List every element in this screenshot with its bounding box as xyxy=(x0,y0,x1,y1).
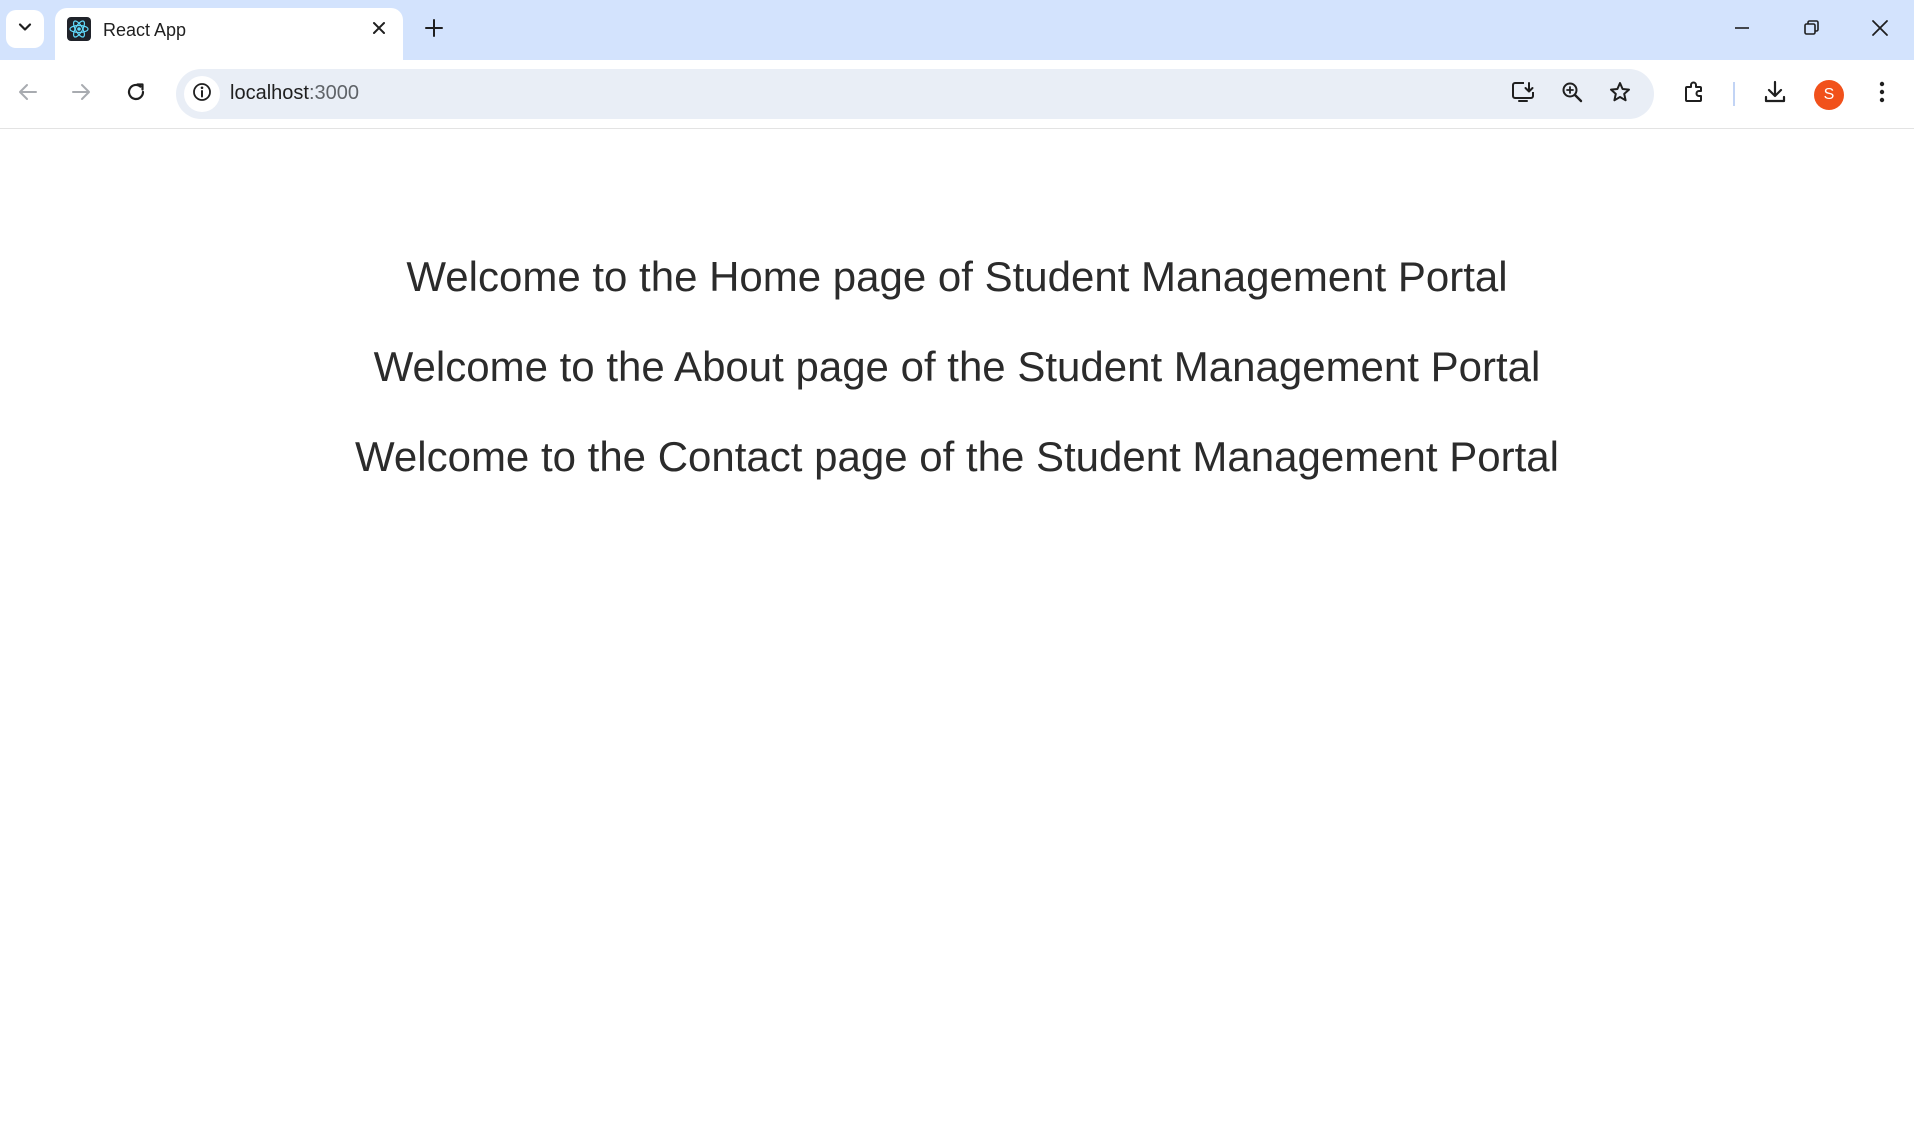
react-icon xyxy=(67,17,91,41)
install-app-button[interactable] xyxy=(1507,78,1539,110)
tab-react-app[interactable]: React App xyxy=(55,8,403,60)
about-heading: Welcome to the About page of the Student… xyxy=(373,343,1541,390)
download-icon xyxy=(1762,79,1788,110)
address-bar[interactable]: localhost:3000 xyxy=(176,69,1654,119)
forward-icon xyxy=(70,81,92,108)
url-host: localhost xyxy=(230,82,309,104)
url-text[interactable]: localhost:3000 xyxy=(230,82,359,105)
tab-strip: React App xyxy=(0,0,1914,60)
contact-heading: Welcome to the Contact page of the Stude… xyxy=(355,433,1559,480)
home-heading: Welcome to the Home page of Student Mana… xyxy=(406,253,1508,300)
info-icon xyxy=(191,81,213,108)
new-tab-button[interactable] xyxy=(418,14,450,46)
forward-button[interactable] xyxy=(61,74,101,114)
page-content: Welcome to the Home page of Student Mana… xyxy=(0,129,1914,1128)
plus-icon xyxy=(424,18,444,43)
reload-icon xyxy=(125,81,147,108)
extensions-button[interactable] xyxy=(1677,76,1713,112)
close-window-button[interactable] xyxy=(1850,8,1910,52)
toolbar-separator xyxy=(1733,82,1735,106)
downloads-button[interactable] xyxy=(1757,76,1793,112)
close-icon xyxy=(1870,18,1890,43)
minimize-button[interactable] xyxy=(1712,8,1772,52)
back-icon xyxy=(17,81,39,108)
bookmark-button[interactable] xyxy=(1604,78,1636,110)
more-menu-button[interactable] xyxy=(1864,76,1900,112)
reload-button[interactable] xyxy=(116,74,156,114)
restore-icon xyxy=(1802,19,1820,42)
zoom-button[interactable] xyxy=(1556,78,1588,110)
restore-button[interactable] xyxy=(1781,8,1841,52)
site-info-button[interactable] xyxy=(184,76,220,112)
tab-search-button[interactable] xyxy=(6,10,44,48)
star-icon xyxy=(1608,80,1632,109)
zoom-icon xyxy=(1560,80,1584,109)
profile-avatar[interactable]: S xyxy=(1814,80,1844,110)
minimize-icon xyxy=(1733,19,1751,42)
close-icon xyxy=(371,20,387,41)
extensions-icon xyxy=(1682,79,1708,110)
tab-title: React App xyxy=(103,20,187,40)
more-icon xyxy=(1878,80,1886,109)
install-app-icon xyxy=(1510,79,1536,110)
back-button[interactable] xyxy=(8,74,48,114)
tab-close-button[interactable] xyxy=(365,16,393,44)
url-port: :3000 xyxy=(308,82,359,104)
browser-toolbar: localhost:3000 S xyxy=(0,60,1914,129)
chevron-down-icon xyxy=(16,18,34,41)
